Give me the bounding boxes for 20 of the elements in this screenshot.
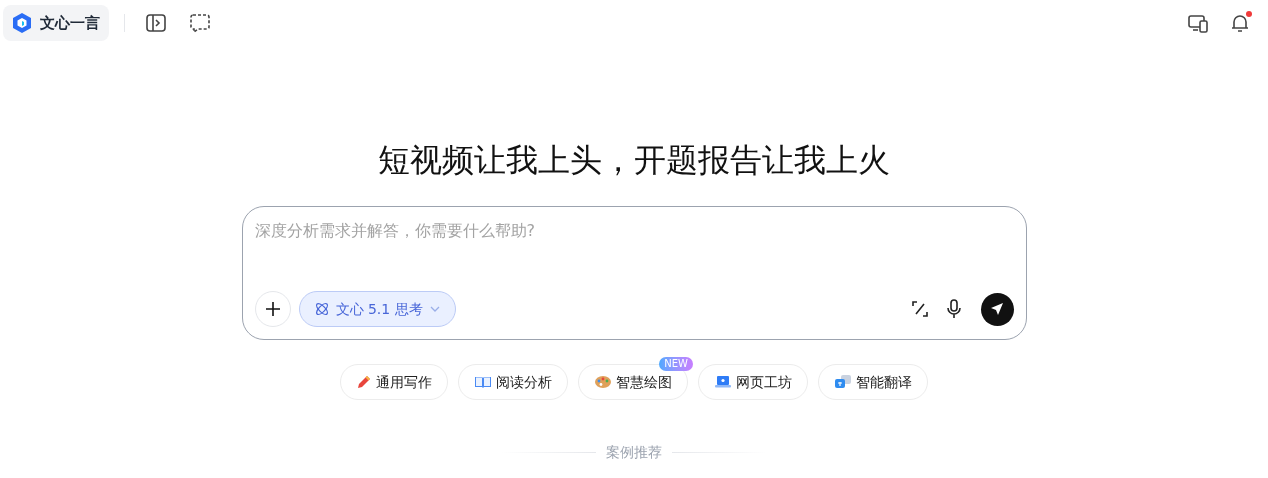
logo-text: 文心一言 bbox=[40, 12, 100, 34]
laptop-icon bbox=[714, 374, 732, 390]
expand-icon[interactable] bbox=[910, 300, 929, 318]
headline: 短视频让我上头，开题报告让我上火 bbox=[378, 140, 890, 180]
model-selector[interactable]: 文心 5.1 思考 bbox=[298, 291, 456, 327]
prompt-input[interactable]: 深度分析需求并解答，你需要什么帮助? bbox=[254, 219, 1014, 243]
logo-icon bbox=[12, 12, 32, 34]
pencil-icon bbox=[356, 374, 372, 390]
palette-icon bbox=[594, 374, 612, 390]
plus-icon bbox=[264, 301, 281, 317]
book-icon bbox=[474, 374, 492, 390]
new-badge: NEW bbox=[659, 357, 693, 371]
microphone-icon[interactable] bbox=[944, 299, 963, 319]
atom-icon bbox=[313, 301, 330, 317]
section-label: 案例推荐 bbox=[606, 443, 662, 462]
send-icon bbox=[990, 302, 1004, 316]
logo[interactable]: 文心一言 bbox=[3, 5, 109, 41]
send-button[interactable] bbox=[980, 292, 1014, 326]
translate-icon bbox=[834, 374, 852, 390]
bell-icon[interactable] bbox=[1229, 11, 1251, 34]
